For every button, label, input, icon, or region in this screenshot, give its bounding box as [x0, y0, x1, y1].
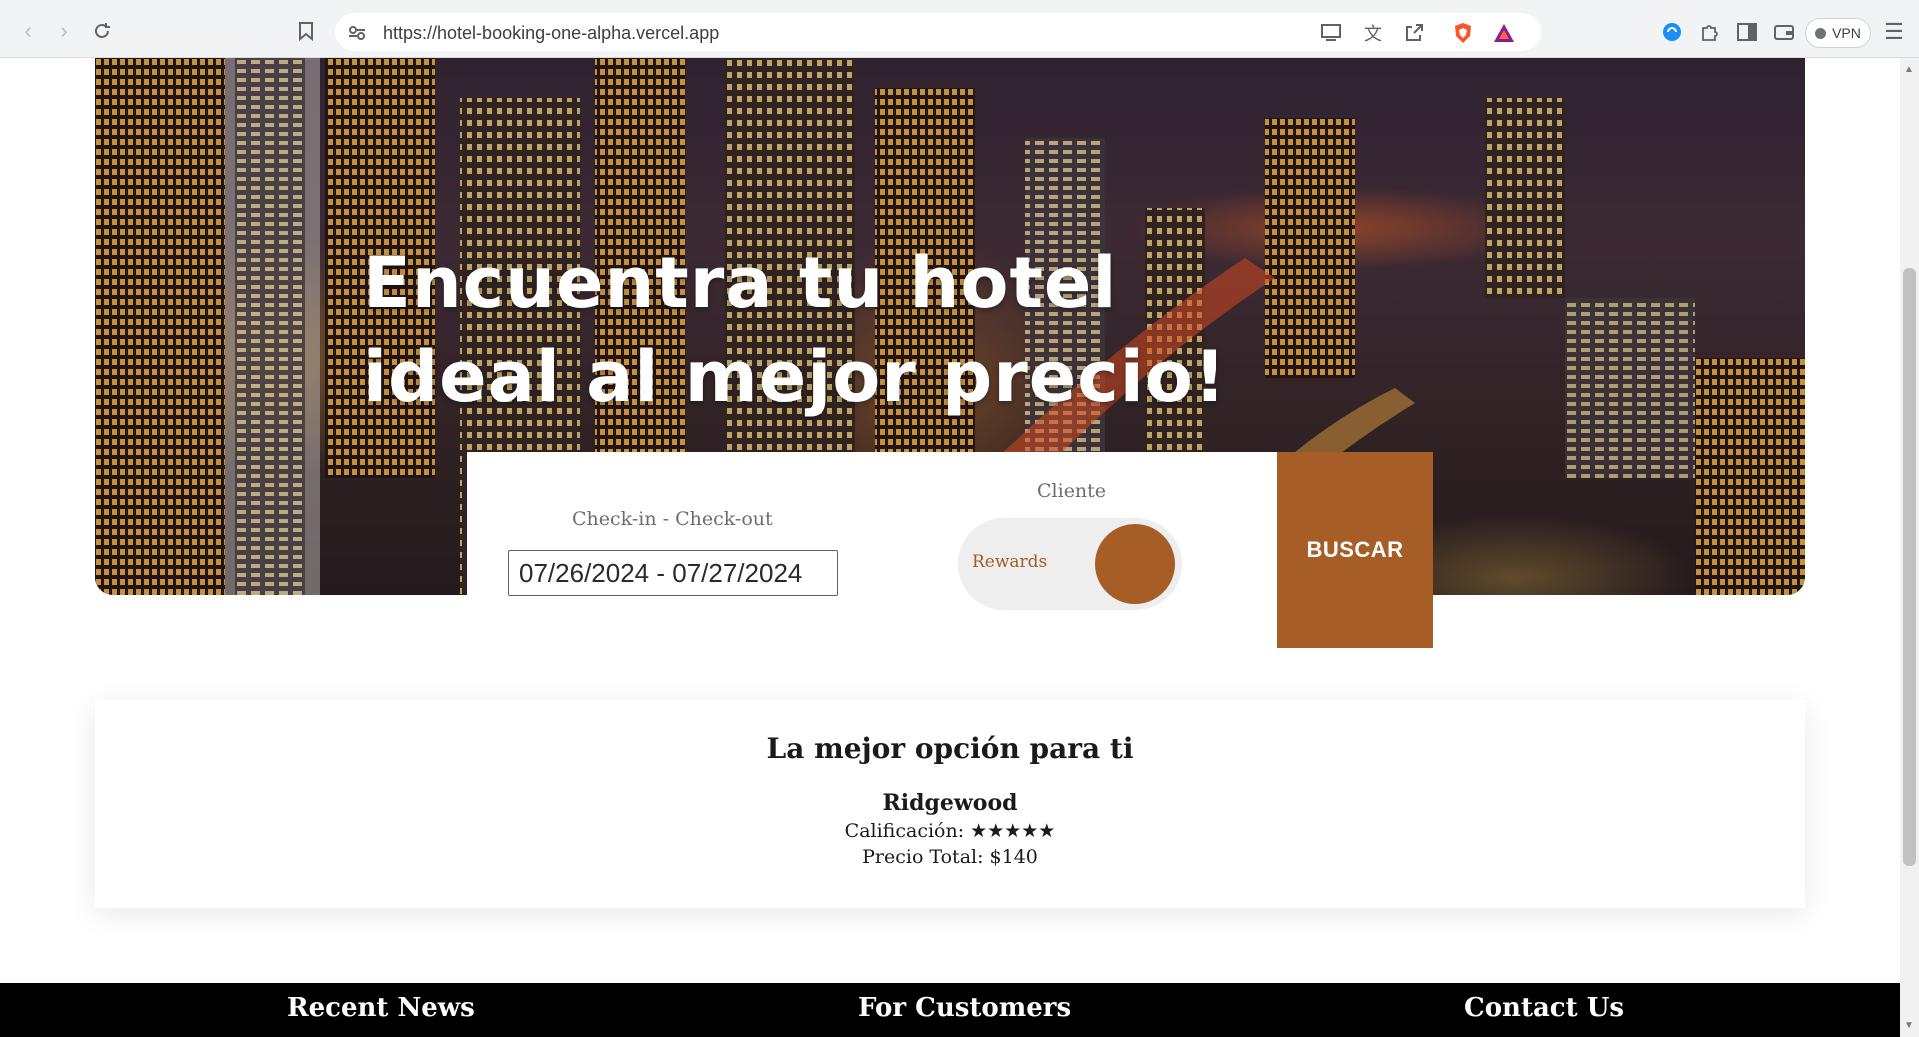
rating-stars: ★★★★★ — [970, 820, 1056, 842]
hotel-price: Precio Total: $140 — [862, 846, 1038, 868]
wallet-icon[interactable] — [1772, 20, 1796, 44]
site-info-icon[interactable] — [345, 21, 369, 45]
search-button[interactable]: BUSCAR — [1277, 452, 1433, 648]
footer-heading-for-customers: For Customers — [858, 993, 1072, 1023]
vpn-status-icon — [1815, 27, 1827, 39]
reload-icon[interactable] — [88, 17, 116, 45]
puzzle-icon[interactable] — [1698, 20, 1722, 44]
back-icon[interactable]: ‹ — [14, 17, 42, 45]
address-bar[interactable]: https://hotel-booking-one-alpha.vercel.a… — [335, 13, 1541, 51]
install-icon[interactable] — [1320, 21, 1344, 45]
hotel-name: Ridgewood — [882, 790, 1018, 816]
site-footer: Recent News For Customers Contact Us — [0, 983, 1900, 1037]
hero-title-line-2: ideal al mejor precio! — [363, 336, 1227, 418]
hero-title: Encuentra tu hotel ideal al mejor precio… — [363, 236, 1263, 424]
scroll-down-arrow-icon[interactable]: ▼ — [1904, 1020, 1914, 1031]
date-range-input[interactable]: 07/26/2024 - 07/27/2024 — [508, 550, 838, 596]
client-type-label: Cliente — [1037, 480, 1107, 502]
browser-toolbar: ‹ › https://hotel-booking-one-alpha.verc… — [0, 0, 1919, 58]
brave-shields-icon[interactable] — [1451, 21, 1475, 45]
bookmark-icon[interactable] — [292, 17, 320, 45]
card-title: La mejor opción para ti — [766, 732, 1134, 765]
vpn-button[interactable]: VPN — [1805, 18, 1871, 48]
footer-heading-recent-news: Recent News — [287, 993, 475, 1023]
extension-icon[interactable] — [1660, 20, 1684, 44]
rewards-toggle[interactable]: Rewards — [958, 518, 1182, 610]
toggle-label: Rewards — [972, 552, 1048, 572]
footer-heading-contact-us: Contact Us — [1464, 993, 1624, 1023]
date-range-label: Check-in - Check-out — [572, 508, 773, 530]
hero-title-line-1: Encuentra tu hotel — [363, 242, 1118, 324]
vpn-label: VPN — [1832, 25, 1861, 41]
toggle-knob[interactable] — [1095, 524, 1175, 604]
forward-icon[interactable]: › — [50, 17, 78, 45]
menu-icon[interactable]: ☰ — [1882, 19, 1906, 44]
rating-label: Calificación: — [844, 820, 965, 842]
brave-rewards-icon[interactable] — [1492, 21, 1516, 45]
scroll-up-arrow-icon[interactable]: ▲ — [1904, 64, 1914, 75]
share-icon[interactable] — [1402, 21, 1426, 45]
sidebar-icon[interactable] — [1735, 20, 1759, 44]
page-scrollbar[interactable]: ▲ ▼ — [1900, 58, 1919, 1037]
best-option-card: La mejor opción para ti Ridgewood Califi… — [95, 700, 1805, 908]
translate-icon[interactable]: 文 — [1361, 21, 1385, 45]
scroll-thumb[interactable] — [1903, 268, 1916, 866]
url-text: https://hotel-booking-one-alpha.vercel.a… — [383, 23, 720, 43]
hotel-rating: Calificación: ★★★★★ — [95, 820, 1805, 842]
